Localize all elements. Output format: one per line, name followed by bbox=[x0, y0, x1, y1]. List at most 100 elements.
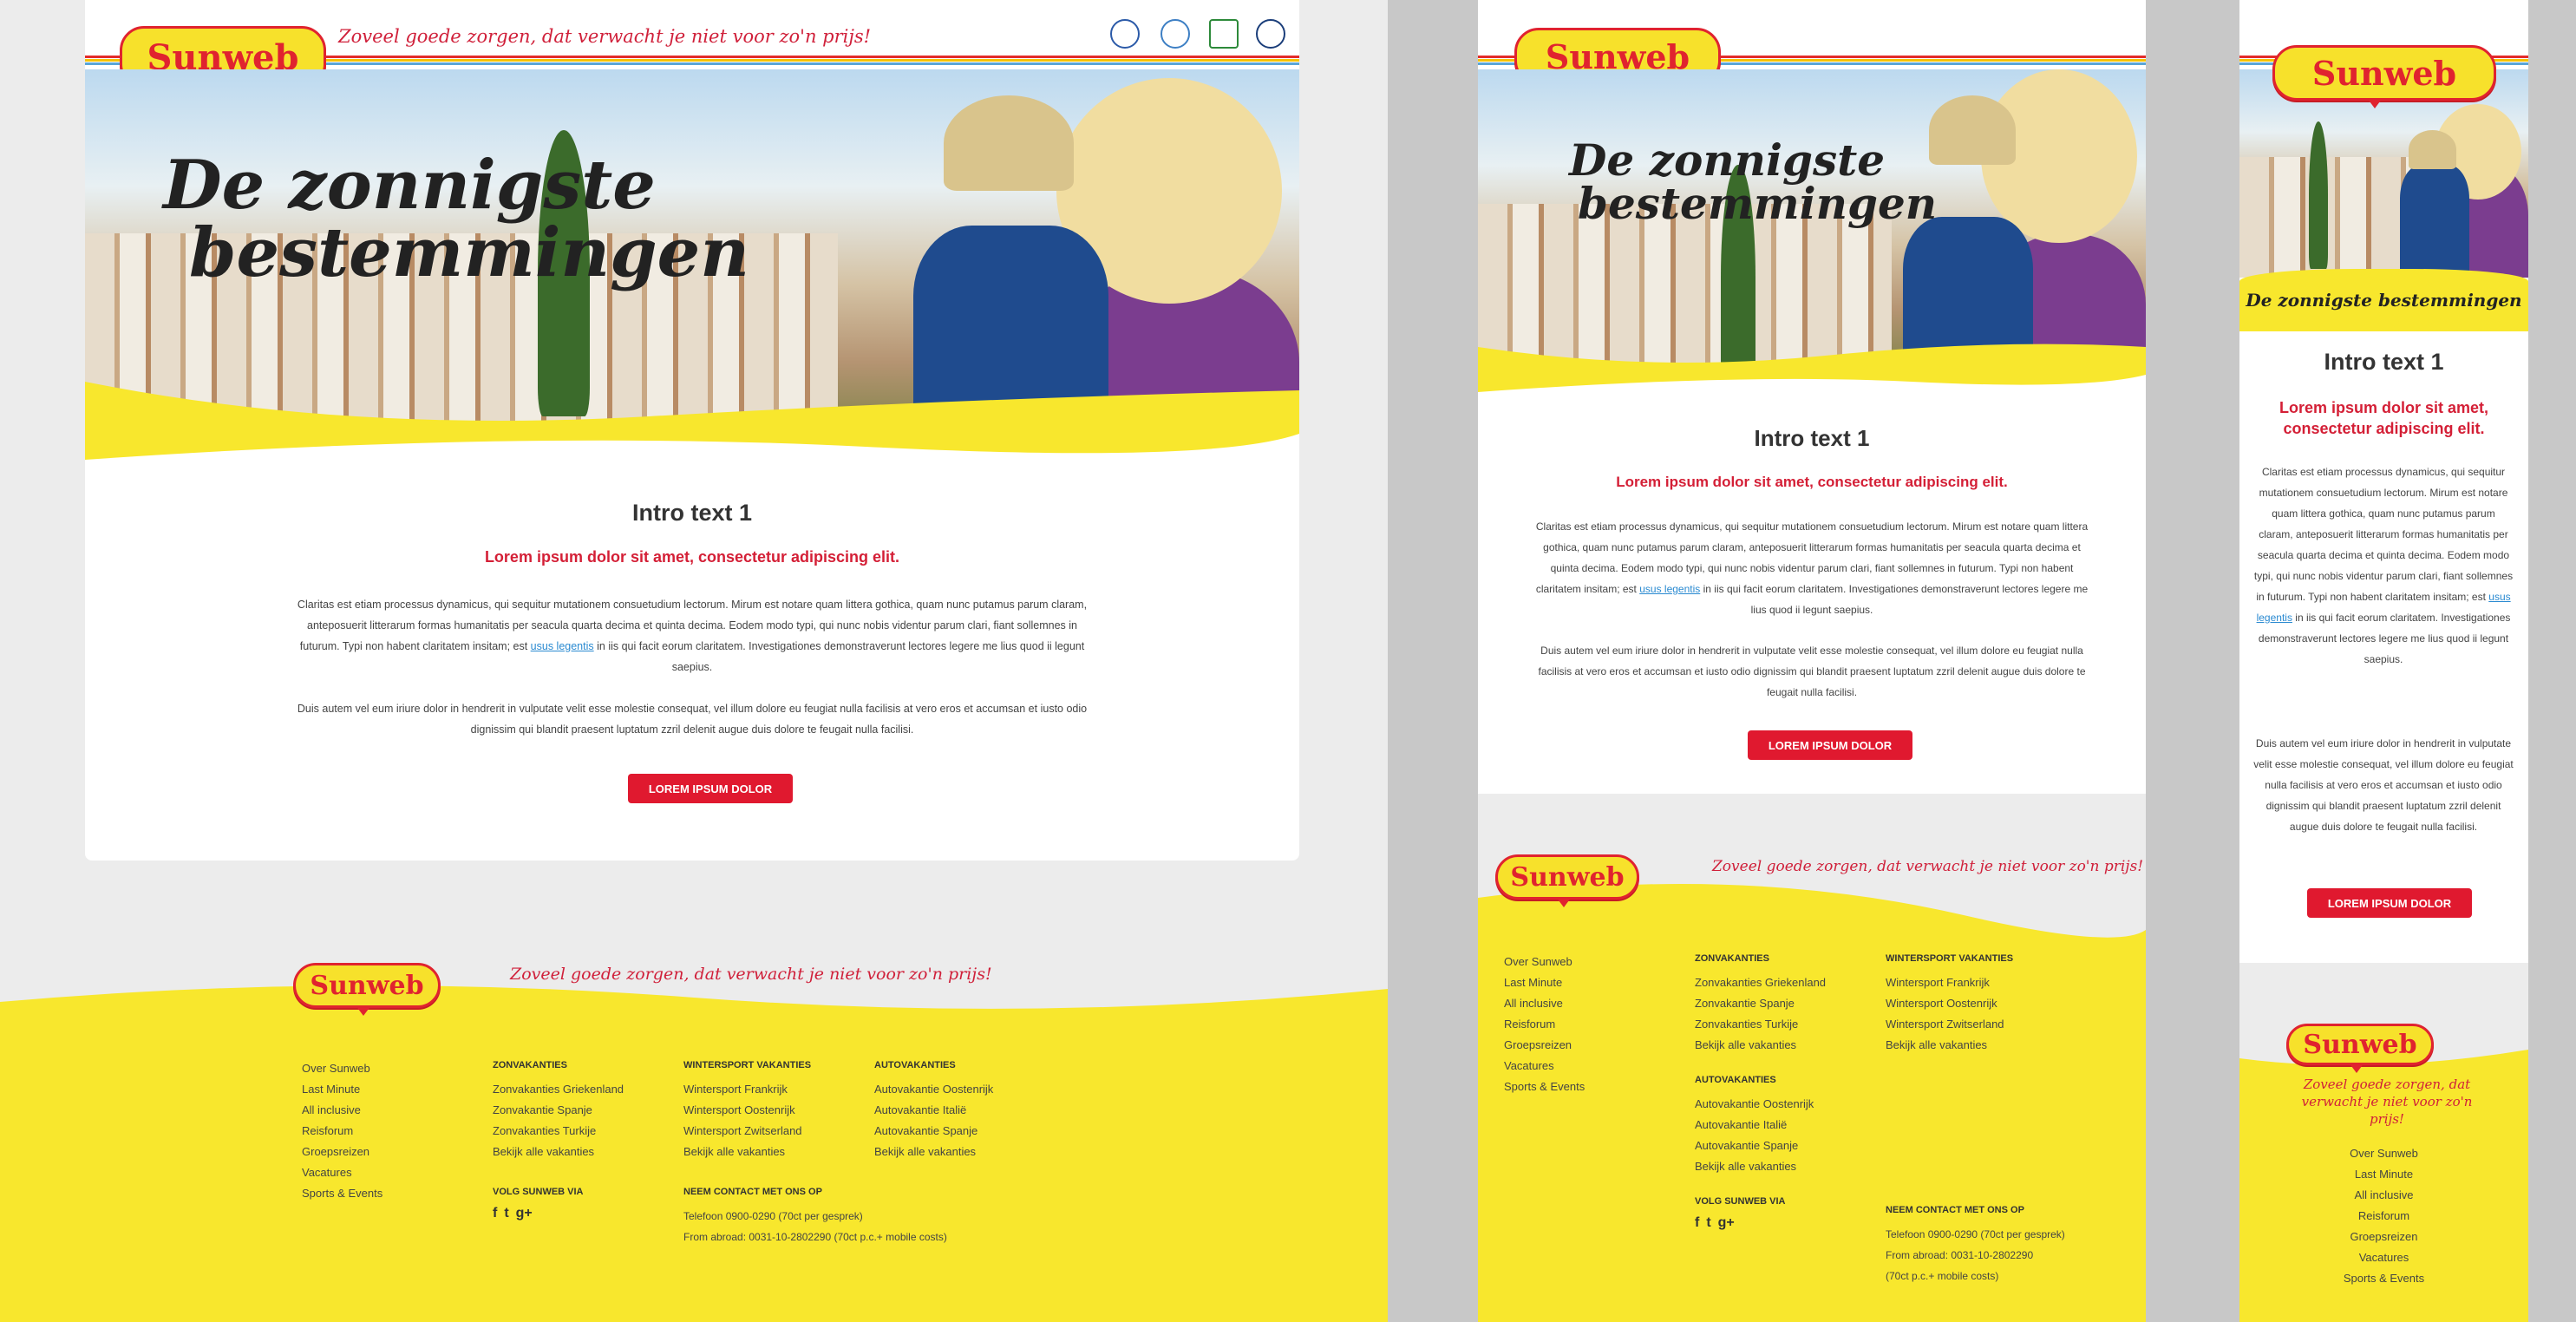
footer-tagline: Zoveel goede zorgen, dat verwacht je nie… bbox=[510, 965, 992, 984]
tablet-auto-link[interactable]: Autovakantie Spanje bbox=[1695, 1135, 1886, 1156]
tablet-social-heading: VOLG SUNWEB VIA bbox=[1695, 1196, 1786, 1207]
tablet-footer-nav-item[interactable]: Reisforum bbox=[1504, 1014, 1677, 1035]
mobile-footer-nav-item[interactable]: Sports & Events bbox=[2239, 1268, 2528, 1289]
mobile-footer-nav: Over Sunweb Last Minute All inclusive Re… bbox=[2239, 1143, 2528, 1289]
winter-link[interactable]: Wintersport Oostenrijk bbox=[683, 1100, 874, 1121]
mobile-cta-button[interactable]: LOREM IPSUM DOLOR bbox=[2307, 888, 2472, 918]
footer-nav: Over Sunweb Last Minute All inclusive Re… bbox=[302, 1058, 475, 1204]
twitter-icon[interactable]: t bbox=[1706, 1215, 1710, 1231]
tablet-winter-link[interactable]: Bekijk alle vakanties bbox=[1886, 1035, 2137, 1056]
twitter-icon[interactable]: t bbox=[504, 1206, 508, 1221]
tablet-cta-button[interactable]: LOREM IPSUM DOLOR bbox=[1748, 730, 1912, 760]
mobile-footer-logo[interactable]: Sunweb bbox=[2286, 1024, 2434, 1073]
footer-nav-item[interactable]: Last Minute bbox=[302, 1079, 475, 1100]
footer-nav-item[interactable]: Sports & Events bbox=[302, 1183, 475, 1204]
header-tagline: Zoveel goede zorgen, dat verwacht je nie… bbox=[338, 26, 872, 47]
tablet-footer-nav: Over Sunweb Last Minute All inclusive Re… bbox=[1504, 952, 1677, 1097]
tablet-footer-logo[interactable]: Sunweb bbox=[1495, 854, 1639, 907]
mobile-intro-paragraph-2: Duis autem vel eum iriure dolor in hendr… bbox=[2253, 737, 2514, 833]
tablet-footer: Sunweb Zoveel goede zorgen, dat verwacht… bbox=[1478, 794, 2146, 1322]
winter-link[interactable]: Wintersport Zwitserland bbox=[683, 1121, 874, 1142]
intro-paragraph-2: Duis autem vel eum iriure dolor in hendr… bbox=[297, 703, 1088, 736]
tablet-winter-link[interactable]: Wintersport Frankrijk bbox=[1886, 972, 2137, 993]
tablet-zon-link[interactable]: Zonvakanties Griekenland bbox=[1695, 972, 1886, 993]
hero-heading: De zonnigste bestemmingen bbox=[163, 152, 749, 287]
mobile-footer-nav-item[interactable]: Groepsreizen bbox=[2239, 1227, 2528, 1247]
mobile-logo-text: Sunweb bbox=[2311, 53, 2457, 93]
hero-heading-line2: bestemmingen bbox=[189, 213, 750, 292]
tablet-intro-paragraph-2: Duis autem vel eum iriure dolor in hendr… bbox=[1538, 645, 2086, 698]
auto-link[interactable]: Autovakantie Spanje bbox=[874, 1121, 1056, 1142]
mobile-footer-nav-item[interactable]: Vacatures bbox=[2239, 1247, 2528, 1268]
google-plus-icon[interactable]: g+ bbox=[516, 1206, 533, 1221]
tablet-zon-heading: ZONVAKANTIES bbox=[1695, 953, 1769, 964]
mobile-footer-nav-item[interactable]: All inclusive bbox=[2239, 1185, 2528, 1206]
tablet-winter-link[interactable]: Wintersport Zwitserland bbox=[1886, 1014, 2137, 1035]
footer-autovakanties: AUTOVAKANTIES Autovakantie Oostenrijk Au… bbox=[874, 1060, 1056, 1162]
tablet-usus-legentis-link[interactable]: usus legentis bbox=[1639, 583, 1700, 595]
cta-button[interactable]: LOREM IPSUM DOLOR bbox=[628, 774, 793, 803]
footer-nav-item[interactable]: Vacatures bbox=[302, 1162, 475, 1183]
tablet-auto-link[interactable]: Bekijk alle vakanties bbox=[1695, 1156, 1886, 1177]
mobile-footer: Sunweb Zoveel goede zorgen, dat verwacht… bbox=[2239, 963, 2528, 1322]
mobile-footer-nav-item[interactable]: Over Sunweb bbox=[2239, 1143, 2528, 1164]
auto-link[interactable]: Autovakantie Italië bbox=[874, 1100, 1056, 1121]
auto-link[interactable]: Autovakantie Oostenrijk bbox=[874, 1079, 1056, 1100]
tablet-auto-link[interactable]: Autovakantie Italië bbox=[1695, 1115, 1886, 1135]
footer-wintersport: WINTERSPORT VAKANTIES Wintersport Frankr… bbox=[683, 1060, 947, 1247]
anvr-badge-icon bbox=[1161, 19, 1190, 49]
desktop-email-card: Sunweb Zoveel goede zorgen, dat verwacht… bbox=[85, 0, 1299, 861]
tablet-footer-nav-item[interactable]: Last Minute bbox=[1504, 972, 1677, 993]
mobile-hero-cypress bbox=[2309, 121, 2328, 269]
tablet-zon-link[interactable]: Zonvakantie Spanje bbox=[1695, 993, 1886, 1014]
tablet-auto-heading: AUTOVAKANTIES bbox=[1695, 1075, 1776, 1085]
zon-link[interactable]: Zonvakanties Griekenland bbox=[493, 1079, 675, 1100]
winter-link[interactable]: Wintersport Frankrijk bbox=[683, 1079, 874, 1100]
footer-nav-item[interactable]: Reisforum bbox=[302, 1121, 475, 1142]
zon-heading: ZONVAKANTIES bbox=[493, 1060, 567, 1070]
tablet-hero-heading-line2: bestemmingen bbox=[1578, 178, 1938, 229]
mobile-footer-logo-text: Sunweb bbox=[2303, 1029, 2417, 1060]
tablet-footer-nav-item[interactable]: Over Sunweb bbox=[1504, 952, 1677, 972]
sgr-badge-icon bbox=[1110, 19, 1140, 49]
tablet-zon-link[interactable]: Zonvakanties Turkije bbox=[1695, 1014, 1886, 1035]
mobile-para1-text: Claritas est etiam processus dynamicus, … bbox=[2253, 466, 2514, 603]
facebook-icon[interactable]: f bbox=[493, 1206, 497, 1221]
tablet-winter-link[interactable]: Wintersport Oostenrijk bbox=[1886, 993, 2137, 1014]
auto-link[interactable]: Bekijk alle vakanties bbox=[874, 1142, 1056, 1162]
mobile-sunweb-logo[interactable]: Sunweb bbox=[2272, 45, 2496, 108]
tablet-footer-nav-item[interactable]: Sports & Events bbox=[1504, 1077, 1677, 1097]
tablet-winter-heading: WINTERSPORT VAKANTIES bbox=[1886, 953, 2014, 964]
mobile-hero-boy-hat bbox=[2409, 130, 2456, 169]
desktop-footer: Sunweb Zoveel goede zorgen, dat verwacht… bbox=[0, 954, 1388, 1322]
mobile-intro-subtitle: Lorem ipsum dolor sit amet, consectetur … bbox=[2279, 399, 2489, 437]
tablet-footer-nav-item[interactable]: All inclusive bbox=[1504, 993, 1677, 1014]
footer-nav-item[interactable]: All inclusive bbox=[302, 1100, 475, 1121]
usus-legentis-link[interactable]: usus legentis bbox=[531, 640, 594, 652]
tablet-footer-nav-item[interactable]: Groepsreizen bbox=[1504, 1035, 1677, 1056]
footer-nav-item[interactable]: Over Sunweb bbox=[302, 1058, 475, 1079]
tablet-hero-boy-hat bbox=[1929, 95, 2016, 165]
mobile-para1-text-end: in iis qui facit eorum claritatem. Inves… bbox=[2258, 612, 2511, 665]
hero-yellow-wave bbox=[85, 382, 1299, 468]
tablet-zon-link[interactable]: Bekijk alle vakanties bbox=[1695, 1035, 1886, 1056]
globe-badge-icon bbox=[1256, 19, 1285, 49]
auto-heading: AUTOVAKANTIES bbox=[874, 1060, 956, 1070]
mobile-footer-nav-item[interactable]: Reisforum bbox=[2239, 1206, 2528, 1227]
footer-nav-item[interactable]: Groepsreizen bbox=[302, 1142, 475, 1162]
zon-link[interactable]: Bekijk alle vakanties bbox=[493, 1142, 675, 1162]
tablet-contact-heading: NEEM CONTACT MET ONS OP bbox=[1886, 1205, 2024, 1215]
zon-link[interactable]: Zonvakantie Spanje bbox=[493, 1100, 675, 1121]
winter-heading: WINTERSPORT VAKANTIES bbox=[683, 1060, 812, 1070]
winter-link[interactable]: Bekijk alle vakanties bbox=[683, 1142, 874, 1162]
facebook-icon[interactable]: f bbox=[1695, 1215, 1699, 1231]
google-plus-icon[interactable]: g+ bbox=[1718, 1215, 1735, 1231]
footer-sunweb-logo[interactable]: Sunweb bbox=[293, 963, 441, 1016]
tablet-footer-nav-item[interactable]: Vacatures bbox=[1504, 1056, 1677, 1077]
mobile-footer-nav-item[interactable]: Last Minute bbox=[2239, 1164, 2528, 1185]
intro-subtitle: Lorem ipsum dolor sit amet, consectetur … bbox=[484, 548, 900, 566]
intro-title: Intro text 1 bbox=[631, 500, 753, 526]
tablet-auto-link[interactable]: Autovakantie Oostenrijk bbox=[1695, 1094, 1886, 1115]
tablet-intro-paragraph-1: Claritas est etiam processus dynamicus, … bbox=[1530, 516, 2094, 620]
zon-link[interactable]: Zonvakanties Turkije bbox=[493, 1121, 675, 1142]
